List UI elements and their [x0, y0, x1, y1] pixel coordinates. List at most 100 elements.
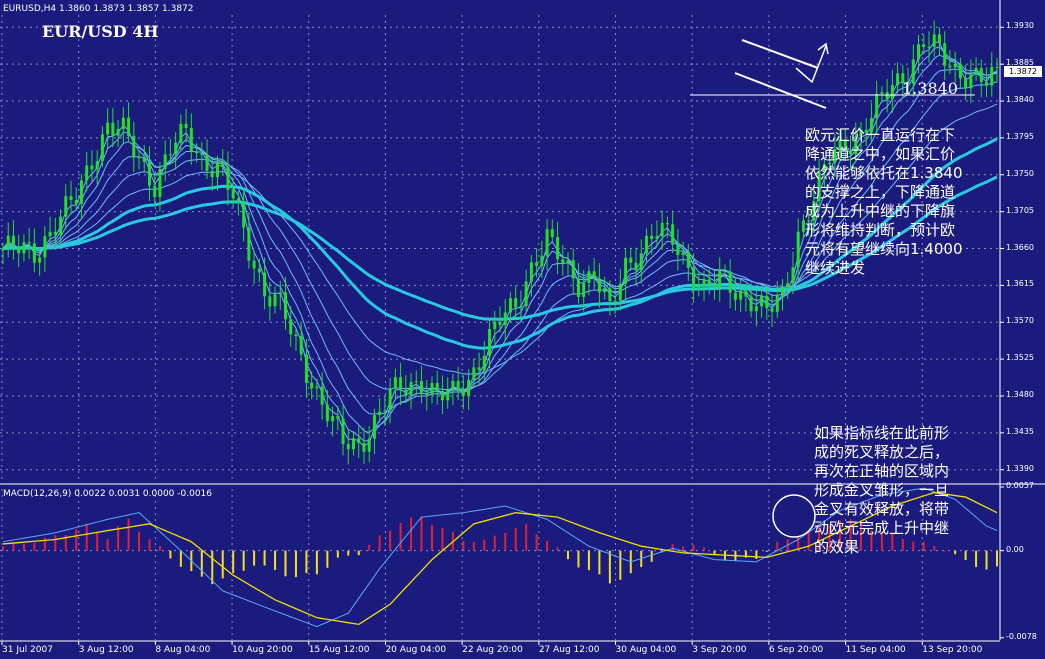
annotation-bottom-line: 成的死叉释放之后，	[814, 443, 950, 461]
candle-body	[116, 129, 120, 136]
candle-body	[461, 390, 465, 396]
candle-body	[158, 168, 162, 198]
candle-body	[770, 308, 774, 312]
macd-histogram-bar	[336, 550, 339, 558]
macd-histogram-bar	[43, 537, 46, 551]
macd-histogram-bar	[703, 547, 706, 551]
candle-body	[100, 134, 104, 162]
annotation-top-line: 元将有望继续向1.4000	[805, 240, 963, 258]
macd-histogram-bar	[263, 550, 266, 566]
candle-body	[540, 255, 544, 267]
time-tick-label: 13 Sep 20:00	[922, 645, 983, 655]
macd-histogram-bar	[242, 550, 245, 571]
candle-body	[733, 292, 737, 300]
macd-histogram-bar	[430, 524, 433, 551]
macd-histogram-bar	[106, 538, 109, 551]
macd-histogram-bar	[399, 523, 402, 551]
price-and-macd-chart	[0, 0, 1045, 645]
candle-body	[383, 410, 387, 412]
time-tick-label: 27 Aug 12:00	[538, 645, 600, 655]
candle-body	[937, 34, 941, 44]
candle-body	[917, 44, 921, 60]
candle-body	[388, 388, 392, 411]
annotation-top-line: 欧元汇价一直运行在下	[805, 126, 956, 144]
macd-histogram-bar	[127, 518, 130, 551]
candle-body	[263, 272, 267, 297]
macd-histogram-bar	[179, 550, 182, 567]
annotation-top-line: 成为上升中继的下降旗	[805, 202, 956, 220]
candle-body	[210, 170, 214, 178]
candle-body	[184, 123, 188, 129]
candle-body	[95, 161, 99, 170]
macd-histogram-bar	[975, 550, 978, 567]
candle-body	[257, 268, 261, 273]
candle-body	[64, 196, 68, 217]
candle-body	[503, 312, 507, 326]
candle-body	[760, 295, 764, 307]
macd-histogram-bar	[671, 544, 674, 551]
candle-body	[964, 78, 968, 89]
candle-body	[639, 253, 643, 271]
candle-body	[927, 46, 931, 48]
time-tick-label: 20 Aug 04:00	[385, 645, 447, 655]
candle-body	[147, 161, 151, 186]
candle-body	[435, 383, 439, 391]
candle-body	[676, 244, 680, 256]
macd-histogram-bar	[692, 545, 695, 551]
candle-body	[880, 92, 884, 94]
current-price-tag: 1.3872	[1004, 66, 1042, 77]
macd-histogram-bar	[985, 550, 988, 570]
candle-body	[236, 198, 240, 203]
candle-body	[728, 271, 732, 293]
candle-body	[404, 389, 408, 396]
macd-histogram-bar	[96, 532, 99, 551]
macd-histogram-bar	[389, 530, 392, 551]
annotation-top-line: 形将维持判断，预计欧	[805, 221, 956, 239]
candle-body	[665, 223, 669, 225]
macd-histogram-bar	[326, 550, 329, 568]
macd-histogram-bar	[200, 550, 203, 577]
candle-body	[284, 292, 288, 320]
candle-body	[289, 319, 293, 335]
macd-histogram-bar	[954, 550, 957, 555]
time-tick-label: 31 Jul 2007	[2, 645, 53, 655]
candle-body	[6, 235, 10, 249]
macd-histogram-bar	[410, 517, 413, 551]
time-tick-label: 15 Aug 12:00	[308, 645, 370, 655]
candle-body	[618, 283, 622, 301]
annotation-bottom: 如果指标线在此前形 成的死叉释放之后， 再次在正轴的区域内 形成金叉雏形，一旦 …	[814, 424, 949, 557]
chart-window: EURUSD,H4 1.3860 1.3873 1.3857 1.3872 EU…	[0, 0, 1045, 659]
candle-body	[357, 438, 361, 444]
support-price-label: 1.3840	[902, 79, 958, 98]
candle-body	[765, 295, 769, 309]
candle-body	[362, 443, 366, 452]
time-tick-label: 10 Aug 20:00	[232, 645, 293, 655]
candle-body	[514, 298, 518, 308]
candle-body	[252, 260, 256, 269]
candle-body	[121, 117, 125, 130]
candle-body	[336, 416, 340, 419]
candle-body	[707, 279, 711, 285]
macd-histogram-bar	[682, 546, 685, 551]
chart-title: EUR/USD 4H	[42, 22, 159, 41]
macd-histogram-bar	[357, 550, 360, 556]
macd-histogram-bar	[284, 550, 287, 577]
macd-histogram-bar	[964, 550, 967, 561]
candle-body	[634, 262, 638, 271]
price-tick-label: 1.3750	[1006, 168, 1034, 178]
time-tick-label: 22 Aug 20:00	[462, 645, 523, 655]
candle-body	[372, 415, 376, 439]
macd-histogram-bar	[514, 527, 517, 551]
candle-body	[990, 66, 994, 86]
candle-body	[932, 34, 936, 47]
macd-histogram-bar	[996, 550, 998, 567]
candle-body	[414, 381, 418, 383]
candle-body	[43, 236, 47, 258]
candle-body	[231, 189, 235, 199]
candle-body	[576, 278, 580, 297]
candle-body	[985, 82, 989, 86]
candle-body	[561, 259, 565, 264]
candle-body	[11, 235, 15, 247]
candle-body	[995, 66, 999, 68]
macd-histogram-bar	[472, 542, 475, 551]
